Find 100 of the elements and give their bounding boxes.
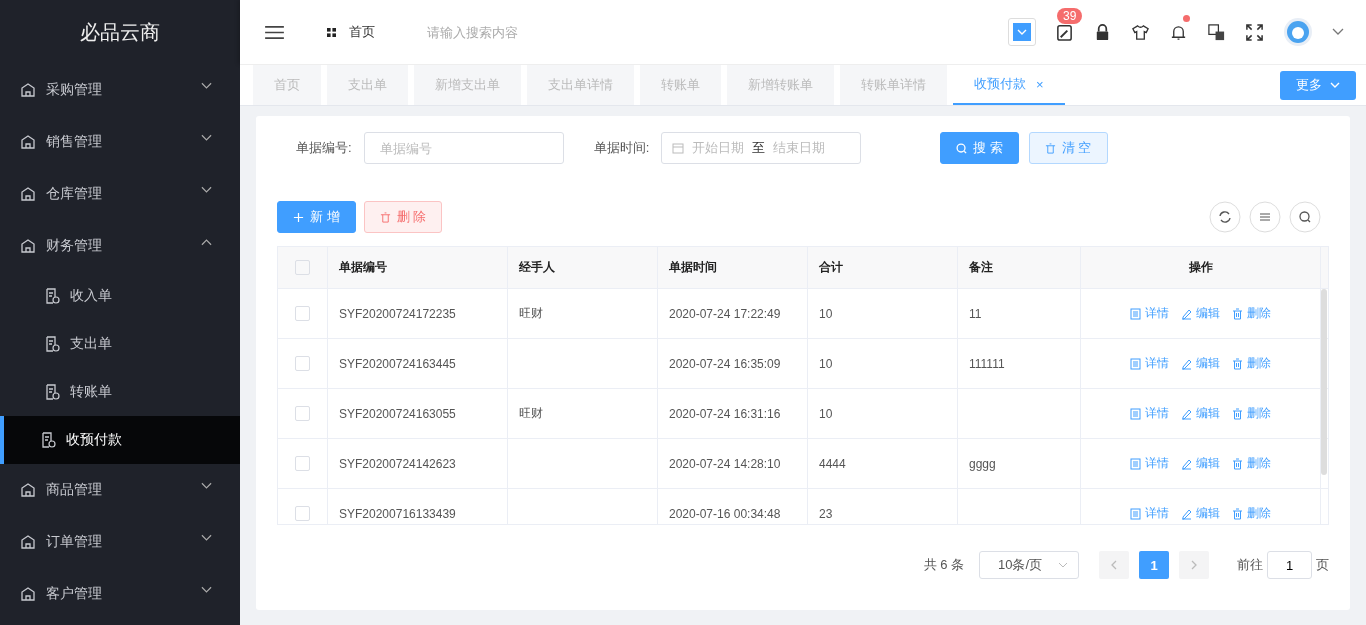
dropdown-button[interactable] bbox=[1008, 18, 1036, 46]
table-cell: 23 bbox=[819, 506, 833, 521]
document-icon bbox=[1130, 507, 1141, 520]
chevron-icon bbox=[201, 186, 212, 194]
pencil-icon bbox=[1181, 307, 1192, 320]
delete-button[interactable]: 删 除 bbox=[363, 201, 443, 233]
trash-icon bbox=[1232, 407, 1243, 420]
delete-link[interactable]: 删除 bbox=[1232, 305, 1271, 322]
page-size-select[interactable]: 10条/页 bbox=[979, 551, 1079, 579]
table-cell: 111111 bbox=[969, 356, 1005, 371]
column-header: 操作 bbox=[1188, 259, 1213, 276]
refresh-icon[interactable] bbox=[1209, 201, 1241, 233]
chevron-icon bbox=[201, 82, 212, 90]
page-number-button[interactable]: 1 bbox=[1139, 551, 1169, 579]
chevron-icon bbox=[1058, 562, 1068, 568]
detail-link[interactable]: 详情 bbox=[1130, 355, 1169, 372]
table-cell: 旺财 bbox=[519, 305, 543, 322]
detail-link[interactable]: 详情 bbox=[1130, 405, 1169, 422]
date-range-field[interactable]: 开始日期 至 结束日期 bbox=[661, 132, 862, 164]
row-checkbox[interactable] bbox=[295, 406, 310, 421]
delete-link[interactable]: 删除 bbox=[1232, 455, 1271, 472]
clear-button[interactable]: 清 空 bbox=[1028, 132, 1108, 164]
chevron-icon bbox=[201, 586, 212, 594]
row-checkbox[interactable] bbox=[295, 306, 310, 321]
page-tab[interactable]: 转账单详情 bbox=[840, 65, 947, 105]
scrollbar[interactable] bbox=[1321, 289, 1327, 475]
table-cell: 4444 bbox=[819, 456, 846, 471]
sidebar-menu-item[interactable]: 销售管理 bbox=[0, 116, 240, 168]
sidebar-submenu-item[interactable]: 支出单 bbox=[0, 320, 240, 368]
row-checkbox[interactable] bbox=[295, 356, 310, 371]
sidebar-menu-item[interactable]: 财务管理 bbox=[0, 220, 240, 272]
row-checkbox[interactable] bbox=[295, 456, 310, 471]
sidebar-menu-item[interactable]: 采购管理 bbox=[0, 64, 240, 116]
edit-link[interactable]: 编辑 bbox=[1181, 405, 1220, 422]
edit-link[interactable]: 编辑 bbox=[1181, 455, 1220, 472]
page-suffix: 页 bbox=[1316, 556, 1329, 574]
avatar-icon[interactable] bbox=[1283, 17, 1313, 47]
delete-link[interactable]: 删除 bbox=[1232, 405, 1271, 422]
field-label: 单据编号: bbox=[296, 139, 352, 157]
close-tab-button[interactable]: × bbox=[1036, 76, 1044, 92]
edit-link[interactable]: 编辑 bbox=[1181, 355, 1220, 372]
grid-icon bbox=[327, 27, 336, 37]
table-cell: gggg bbox=[969, 456, 996, 471]
pencil-icon bbox=[1181, 357, 1192, 370]
breadcrumb-link[interactable]: 首页 bbox=[349, 23, 375, 41]
plus-icon bbox=[293, 211, 304, 223]
sidebar-submenu-item[interactable]: 收入单 bbox=[0, 272, 240, 320]
sidebar-menu-item[interactable]: 订单管理 bbox=[0, 516, 240, 568]
page-tab[interactable]: 转账单 bbox=[640, 65, 721, 105]
filter-settings-icon[interactable] bbox=[1249, 201, 1281, 233]
detail-link[interactable]: 详情 bbox=[1130, 455, 1169, 472]
notification-dot bbox=[1183, 14, 1190, 22]
table-cell: 2020-07-24 14:28:10 bbox=[669, 456, 781, 471]
number-field[interactable]: 单据编号 bbox=[363, 132, 564, 164]
chevron-icon[interactable] bbox=[1332, 28, 1344, 36]
chevron-icon bbox=[1330, 82, 1340, 88]
table-cell: 2020-07-24 16:35:09 bbox=[669, 356, 781, 371]
search-icon[interactable] bbox=[1289, 201, 1321, 233]
calendar-icon bbox=[672, 142, 685, 154]
fullscreen-icon[interactable] bbox=[1245, 22, 1264, 42]
search-button[interactable]: 搜 索 bbox=[940, 132, 1019, 164]
column-header: 经手人 bbox=[519, 259, 555, 276]
edit-link[interactable]: 编辑 bbox=[1181, 505, 1220, 522]
table-cell: SYF20200716133439 bbox=[339, 506, 456, 521]
page-tab[interactable]: 支出单 bbox=[327, 65, 408, 105]
goto-label: 前往 bbox=[1237, 556, 1263, 574]
sidebar-submenu-item[interactable]: 收预付款 bbox=[0, 416, 240, 464]
column-header: 单据编号 bbox=[339, 259, 387, 276]
page-tab[interactable]: 支出单详情 bbox=[527, 65, 634, 105]
delete-link[interactable]: 删除 bbox=[1232, 355, 1271, 372]
column-header: 单据时间 bbox=[669, 259, 717, 276]
table-cell: SYF20200724172235 bbox=[339, 306, 456, 321]
sidebar-menu-item[interactable]: 客户管理 bbox=[0, 568, 240, 620]
chevron-icon bbox=[201, 534, 212, 542]
chevron-icon bbox=[201, 238, 212, 246]
detail-link[interactable]: 详情 bbox=[1130, 305, 1169, 322]
column-header: 合计 bbox=[819, 259, 843, 276]
document-icon bbox=[44, 288, 60, 304]
table-cell: SYF20200724163055 bbox=[339, 406, 456, 421]
detail-link[interactable]: 详情 bbox=[1130, 505, 1169, 522]
row-checkbox[interactable] bbox=[295, 506, 310, 521]
edit-link[interactable]: 编辑 bbox=[1181, 305, 1220, 322]
delete-link[interactable]: 删除 bbox=[1232, 505, 1271, 522]
trash-icon bbox=[1232, 357, 1243, 370]
sidebar-submenu-item[interactable]: 转账单 bbox=[0, 368, 240, 416]
chevron-icon bbox=[201, 482, 212, 490]
shirt-icon[interactable] bbox=[1131, 22, 1150, 42]
page-tab[interactable]: 新增转账单 bbox=[727, 65, 834, 105]
add-button[interactable]: 新 增 bbox=[277, 201, 356, 233]
column-header: 备注 bbox=[969, 259, 993, 276]
document-icon bbox=[44, 384, 60, 400]
more-button[interactable]: 更多 bbox=[1280, 70, 1356, 100]
select-all-checkbox[interactable] bbox=[295, 260, 310, 275]
sidebar-menu-item[interactable]: 仓库管理 bbox=[0, 168, 240, 220]
page-tab[interactable]: 新增支出单 bbox=[414, 65, 521, 105]
sidebar-menu-item[interactable]: 商品管理 bbox=[0, 464, 240, 516]
table-cell: 2020-07-24 17:22:49 bbox=[669, 306, 781, 321]
page-input[interactable]: 1 bbox=[1267, 551, 1312, 579]
trash-icon bbox=[1044, 142, 1056, 154]
trash-icon bbox=[1232, 507, 1243, 520]
